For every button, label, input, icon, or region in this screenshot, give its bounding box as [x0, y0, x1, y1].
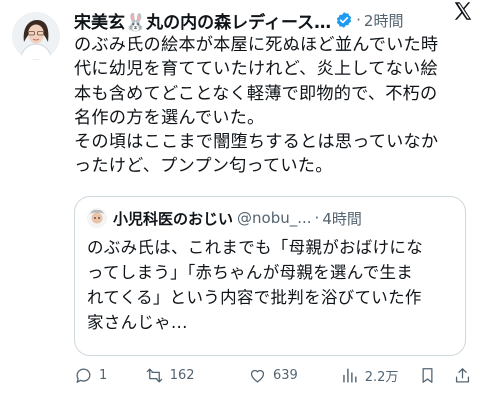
quote-time-separator: ·: [314, 209, 320, 227]
views-button[interactable]: 2.2万: [340, 366, 418, 385]
post-line: ったけど、プンプン匂っていた。: [74, 156, 333, 177]
quote-line: のぶみ氏は、これまでも「母親がおばけにな: [87, 238, 423, 257]
quote-time: 4時間: [322, 209, 362, 228]
like-count: 639: [272, 367, 298, 383]
quote-author-name[interactable]: 小児科医のおじい: [113, 208, 233, 229]
views-count: 2.2万: [364, 369, 399, 385]
reply-icon: [76, 368, 91, 383]
quote-author-avatar: [87, 208, 107, 228]
reply-button[interactable]: 1: [74, 366, 145, 385]
post-line: 代に幼児を育てていたけれど、炎上してない絵: [74, 59, 438, 80]
author-name[interactable]: 宋美玄🐰丸の内の森レディース…: [74, 8, 331, 33]
action-bar: 1 162 639 2.2万: [74, 362, 474, 388]
time-separator: ·: [356, 11, 361, 29]
share-icon: [455, 367, 470, 382]
repost-count: 162: [169, 367, 195, 383]
quote-line: 家さんじゃ...: [87, 313, 188, 332]
quote-header: 小児科医のおじい @nobu_... · 4時間: [87, 207, 455, 229]
reply-count: 1: [99, 367, 108, 383]
post-text: のぶみ氏の絵本が本屋に死ぬほど並んでいた時 代に幼児を育てていたけれど、炎上して…: [74, 33, 466, 179]
bookmark-button[interactable]: [418, 366, 441, 385]
post-line: のぶみ氏の絵本が本屋に死ぬほど並んでいた時: [74, 35, 439, 55]
post-line: その頃はここまで闇堕ちするとは思っていなか: [74, 132, 439, 153]
quoted-post[interactable]: 小児科医のおじい @nobu_... · 4時間 のぶみ氏は、これまでも「母親が…: [74, 196, 466, 356]
like-icon: [250, 369, 265, 382]
views-icon: [342, 367, 357, 383]
post-line: 本も含めてどことなく軽薄で即物的で、不朽の: [74, 83, 438, 104]
post-time[interactable]: 2時間: [364, 10, 404, 31]
like-button[interactable]: 639: [248, 366, 340, 385]
share-button[interactable]: [453, 366, 474, 385]
repost-icon: [146, 368, 162, 382]
x-logo-icon: [454, 2, 472, 20]
repost-button[interactable]: 162: [145, 366, 248, 385]
quote-text: のぶみ氏は、これまでも「母親がおばけにな ってしまう」「赤ちゃんが母親を選んで生…: [87, 235, 451, 335]
quote-line: れてくる」という内容で批判を浴びていた作: [87, 288, 422, 307]
post-line: 名作の方を選んでいた。: [74, 107, 265, 128]
quote-author-handle: @nobu_...: [237, 209, 312, 227]
verified-badge-icon: [337, 12, 352, 28]
post-header: 宋美玄🐰丸の内の森レディース… · 2時間: [74, 8, 470, 33]
quote-line: ってしまう」「赤ちゃんが母親を選んで生ま: [87, 263, 414, 282]
author-avatar[interactable]: [12, 12, 60, 60]
bookmark-icon: [422, 367, 433, 383]
